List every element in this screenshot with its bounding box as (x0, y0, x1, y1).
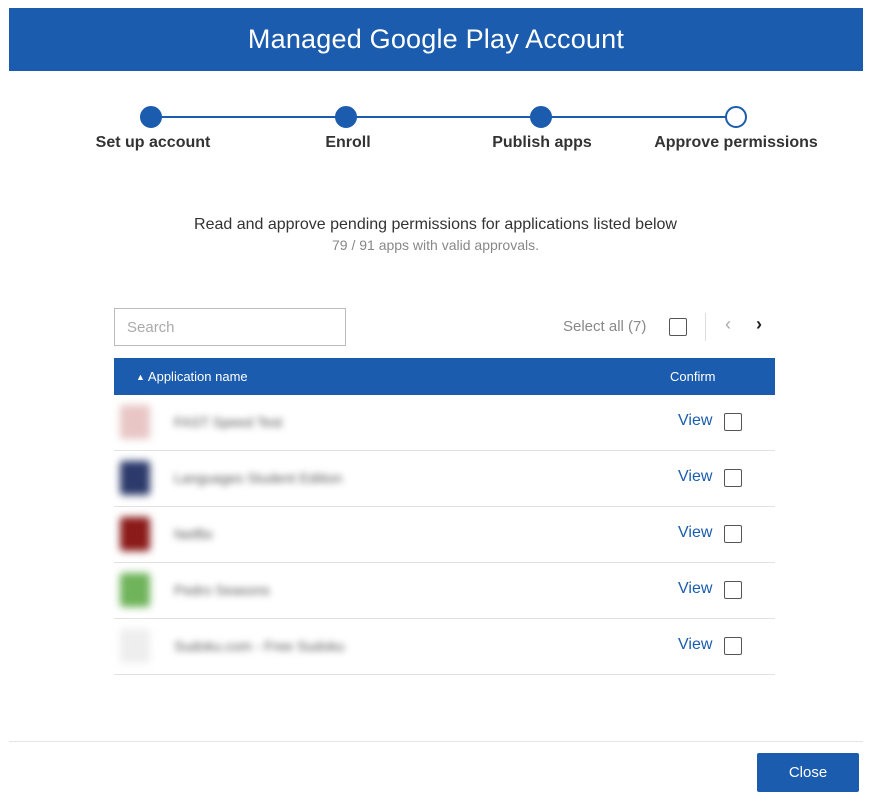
confirm-checkbox[interactable] (724, 413, 742, 431)
step-dot-enroll (335, 106, 357, 128)
view-permissions-link[interactable]: View (678, 524, 712, 542)
app-name: Languages Student Edition (174, 470, 343, 486)
view-permissions-link[interactable]: View (678, 636, 712, 654)
table-row: FAST Speed Test View (114, 395, 775, 451)
app-name: Sudoku.com - Free Sudoku (174, 638, 345, 654)
step-connector (541, 116, 736, 118)
chevron-left-icon[interactable]: ‹ (725, 314, 731, 335)
confirm-checkbox[interactable] (724, 581, 742, 599)
close-button[interactable]: Close (757, 753, 859, 792)
step-label-publish-apps: Publish apps (492, 134, 592, 151)
progress-stepper: Set up account Enroll Publish apps Appro… (0, 104, 871, 164)
select-all-label: Select all (7) (563, 318, 647, 335)
app-name: FAST Speed Test (174, 414, 283, 430)
chevron-right-icon[interactable]: › (756, 314, 762, 335)
confirm-checkbox[interactable] (724, 637, 742, 655)
intro-message: Read and approve pending permissions for… (194, 216, 677, 233)
applications-table: ▲ Application name Confirm FAST Speed Te… (114, 358, 775, 675)
view-permissions-link[interactable]: View (678, 580, 712, 598)
table-header: ▲ Application name Confirm (114, 358, 775, 395)
intro-text: Read and approve pending permissions for… (0, 216, 871, 253)
step-connector (151, 116, 346, 118)
step-label-set-up-account: Set up account (95, 134, 211, 151)
view-permissions-link[interactable]: View (678, 412, 712, 430)
table-row: Sudoku.com - Free Sudoku View (114, 619, 775, 675)
table-row: Pedro Seasons View (114, 563, 775, 619)
app-name: Pedro Seasons (174, 582, 270, 598)
step-label-approve-permissions: Approve permissions (654, 134, 818, 151)
confirm-checkbox[interactable] (724, 525, 742, 543)
step-connector (346, 116, 541, 118)
step-dot-set-up-account (140, 106, 162, 128)
dialog-title: Managed Google Play Account (247, 24, 625, 54)
app-icon (120, 517, 150, 551)
app-name: Netflix (174, 526, 213, 542)
app-icon (120, 405, 150, 439)
step-dot-publish-apps (530, 106, 552, 128)
step-dot-approve-permissions (725, 106, 747, 128)
column-header-application-name: Application name (147, 369, 248, 384)
sort-ascending-icon: ▲ (136, 371, 145, 382)
dialog-header: Managed Google Play Account (9, 8, 863, 71)
app-icon (120, 573, 150, 607)
pager-divider (705, 313, 706, 341)
search-input[interactable] (114, 308, 346, 346)
approval-count: 79 / 91 apps with valid approvals. (331, 237, 539, 253)
select-all-checkbox[interactable] (669, 318, 687, 336)
step-label-enroll: Enroll (325, 134, 371, 151)
app-icon (120, 461, 150, 495)
column-header-confirm: Confirm (670, 369, 716, 384)
table-row: Netflix View (114, 507, 775, 563)
sort-application-name[interactable]: ▲ Application name (136, 369, 248, 384)
table-row: Languages Student Edition View (114, 451, 775, 507)
app-icon (120, 629, 150, 663)
confirm-checkbox[interactable] (724, 469, 742, 487)
view-permissions-link[interactable]: View (678, 468, 712, 486)
footer-divider (9, 741, 863, 742)
